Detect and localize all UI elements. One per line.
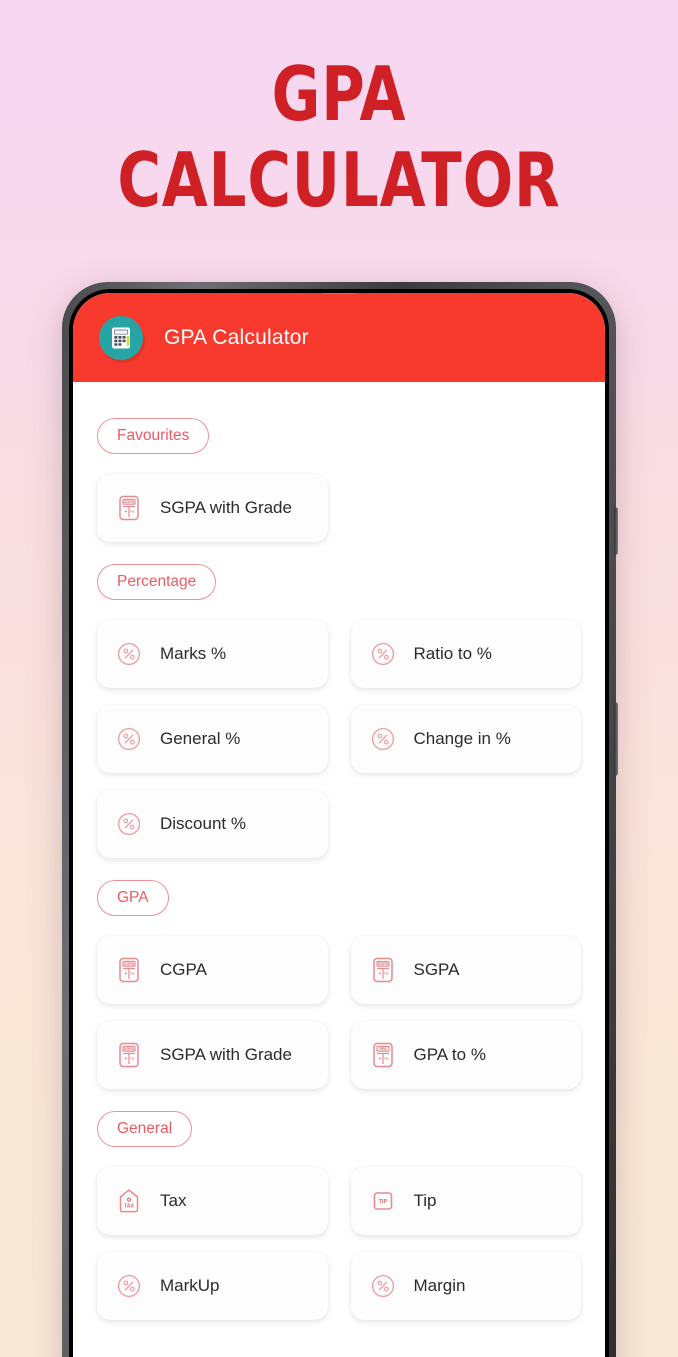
card-margin[interactable]: Margin — [350, 1252, 581, 1320]
percent-circle-icon — [114, 809, 144, 839]
svg-text:CGPA: CGPA — [124, 962, 135, 966]
app-bar: GPA Calculator — [73, 293, 605, 382]
card-label: Margin — [413, 1275, 466, 1295]
card-label: MarkUp — [160, 1275, 220, 1295]
section-percentage: Percentage Marks % Ratio to % General % … — [97, 564, 581, 858]
card-gpa-to-percent[interactable]: GPA % GPA to % — [350, 1021, 581, 1089]
tip-square-icon: TIP — [368, 1186, 398, 1216]
calculator-sgpa-icon: SGPA % — [114, 493, 144, 523]
card-label: SGPA with Grade — [160, 497, 292, 517]
svg-text:TAX: TAX — [124, 1204, 135, 1210]
svg-text:SGPA: SGPA — [124, 1047, 134, 1051]
card-markup[interactable]: MarkUp — [97, 1252, 328, 1320]
phone-volume-button[interactable] — [614, 507, 618, 555]
calculator-sgpa-icon: SGPA % — [114, 1040, 144, 1070]
calculator-cgpa-icon: CGPA % — [114, 955, 144, 985]
svg-text:%: % — [384, 971, 388, 976]
section-general: General TAX Tax TIP Tip MarkUp Margin — [97, 1111, 581, 1320]
svg-text:GPA: GPA — [379, 1047, 387, 1051]
card-ratio-to-percent[interactable]: Ratio to % — [350, 620, 581, 688]
grid-favourites: SGPA % SGPA with Grade — [97, 474, 581, 542]
card-label: General % — [160, 728, 241, 748]
card-general-percent[interactable]: General % — [97, 705, 328, 773]
card-label: Ratio to % — [413, 643, 492, 663]
percent-circle-icon — [368, 1271, 398, 1301]
chip-percentage[interactable]: Percentage — [97, 564, 217, 600]
card-label: Marks % — [160, 643, 227, 663]
chip-favourites[interactable]: Favourites — [97, 418, 210, 454]
svg-text:TIP: TIP — [378, 1199, 387, 1205]
chip-general[interactable]: General — [97, 1111, 193, 1147]
phone-screen: GPA Calculator Favourites SGPA % SGPA wi… — [73, 293, 605, 1357]
svg-text:%: % — [130, 971, 134, 976]
card-label: Discount % — [160, 813, 246, 833]
svg-text:%: % — [384, 1056, 388, 1061]
section-gpa: GPA CGPA % CGPA SGPA % SGPA SGPA % SGPA … — [97, 880, 581, 1089]
grid-percentage: Marks % Ratio to % General % Change in %… — [97, 620, 581, 858]
card-marks-percent[interactable]: Marks % — [97, 620, 328, 688]
card-sgpa[interactable]: SGPA % SGPA — [350, 936, 581, 1004]
section-favourites: Favourites SGPA % SGPA with Grade — [97, 418, 581, 542]
app-title: GPA Calculator — [164, 325, 309, 349]
page-title-line-2: CALCULATOR — [117, 136, 561, 224]
svg-text:%: % — [130, 1056, 134, 1061]
card-sgpa-with-grade-gpa[interactable]: SGPA % SGPA with Grade — [97, 1021, 328, 1089]
card-label: Tax — [160, 1190, 187, 1210]
svg-text:SGPA: SGPA — [378, 962, 388, 966]
phone-speaker — [322, 293, 356, 294]
calculator-icon — [99, 315, 143, 360]
phone-bezel: GPA Calculator Favourites SGPA % SGPA wi… — [69, 289, 609, 1357]
chip-gpa[interactable]: GPA — [97, 880, 169, 916]
card-discount-percent[interactable]: Discount % — [97, 790, 328, 858]
phone-mockup: GPA Calculator Favourites SGPA % SGPA wi… — [62, 282, 618, 1357]
card-label: SGPA with Grade — [160, 1044, 292, 1064]
percent-circle-icon — [114, 1271, 144, 1301]
phone-power-button[interactable] — [614, 702, 618, 776]
percent-circle-icon — [114, 639, 144, 669]
svg-text:SGPA: SGPA — [124, 500, 134, 504]
card-tax[interactable]: TAX Tax — [97, 1167, 328, 1235]
card-label: SGPA — [413, 959, 460, 979]
page-title-line-1: GPA — [271, 50, 407, 138]
percent-circle-icon — [114, 724, 144, 754]
grid-general: TAX Tax TIP Tip MarkUp Margin — [97, 1167, 581, 1320]
card-label: GPA to % — [413, 1044, 486, 1064]
card-tip[interactable]: TIP Tip — [350, 1167, 581, 1235]
grid-gpa: CGPA % CGPA SGPA % SGPA SGPA % SGPA with… — [97, 936, 581, 1089]
card-label: CGPA — [160, 959, 207, 979]
card-label: Tip — [413, 1190, 437, 1210]
card-change-in-percent[interactable]: Change in % — [350, 705, 581, 773]
card-sgpa-with-grade[interactable]: SGPA % SGPA with Grade — [97, 474, 328, 542]
calculator-gpa-icon: GPA % — [368, 1040, 398, 1070]
app-content: Favourites SGPA % SGPA with Grade Percen… — [73, 382, 605, 1357]
card-cgpa[interactable]: CGPA % CGPA — [97, 936, 328, 1004]
card-label: Change in % — [413, 728, 511, 748]
tax-tag-icon: TAX — [114, 1186, 144, 1216]
percent-circle-icon — [368, 639, 398, 669]
percent-circle-icon — [368, 724, 398, 754]
svg-text:%: % — [130, 509, 134, 514]
calculator-sgpa-icon: SGPA % — [368, 955, 398, 985]
page-title: GPA CALCULATOR — [0, 50, 678, 224]
